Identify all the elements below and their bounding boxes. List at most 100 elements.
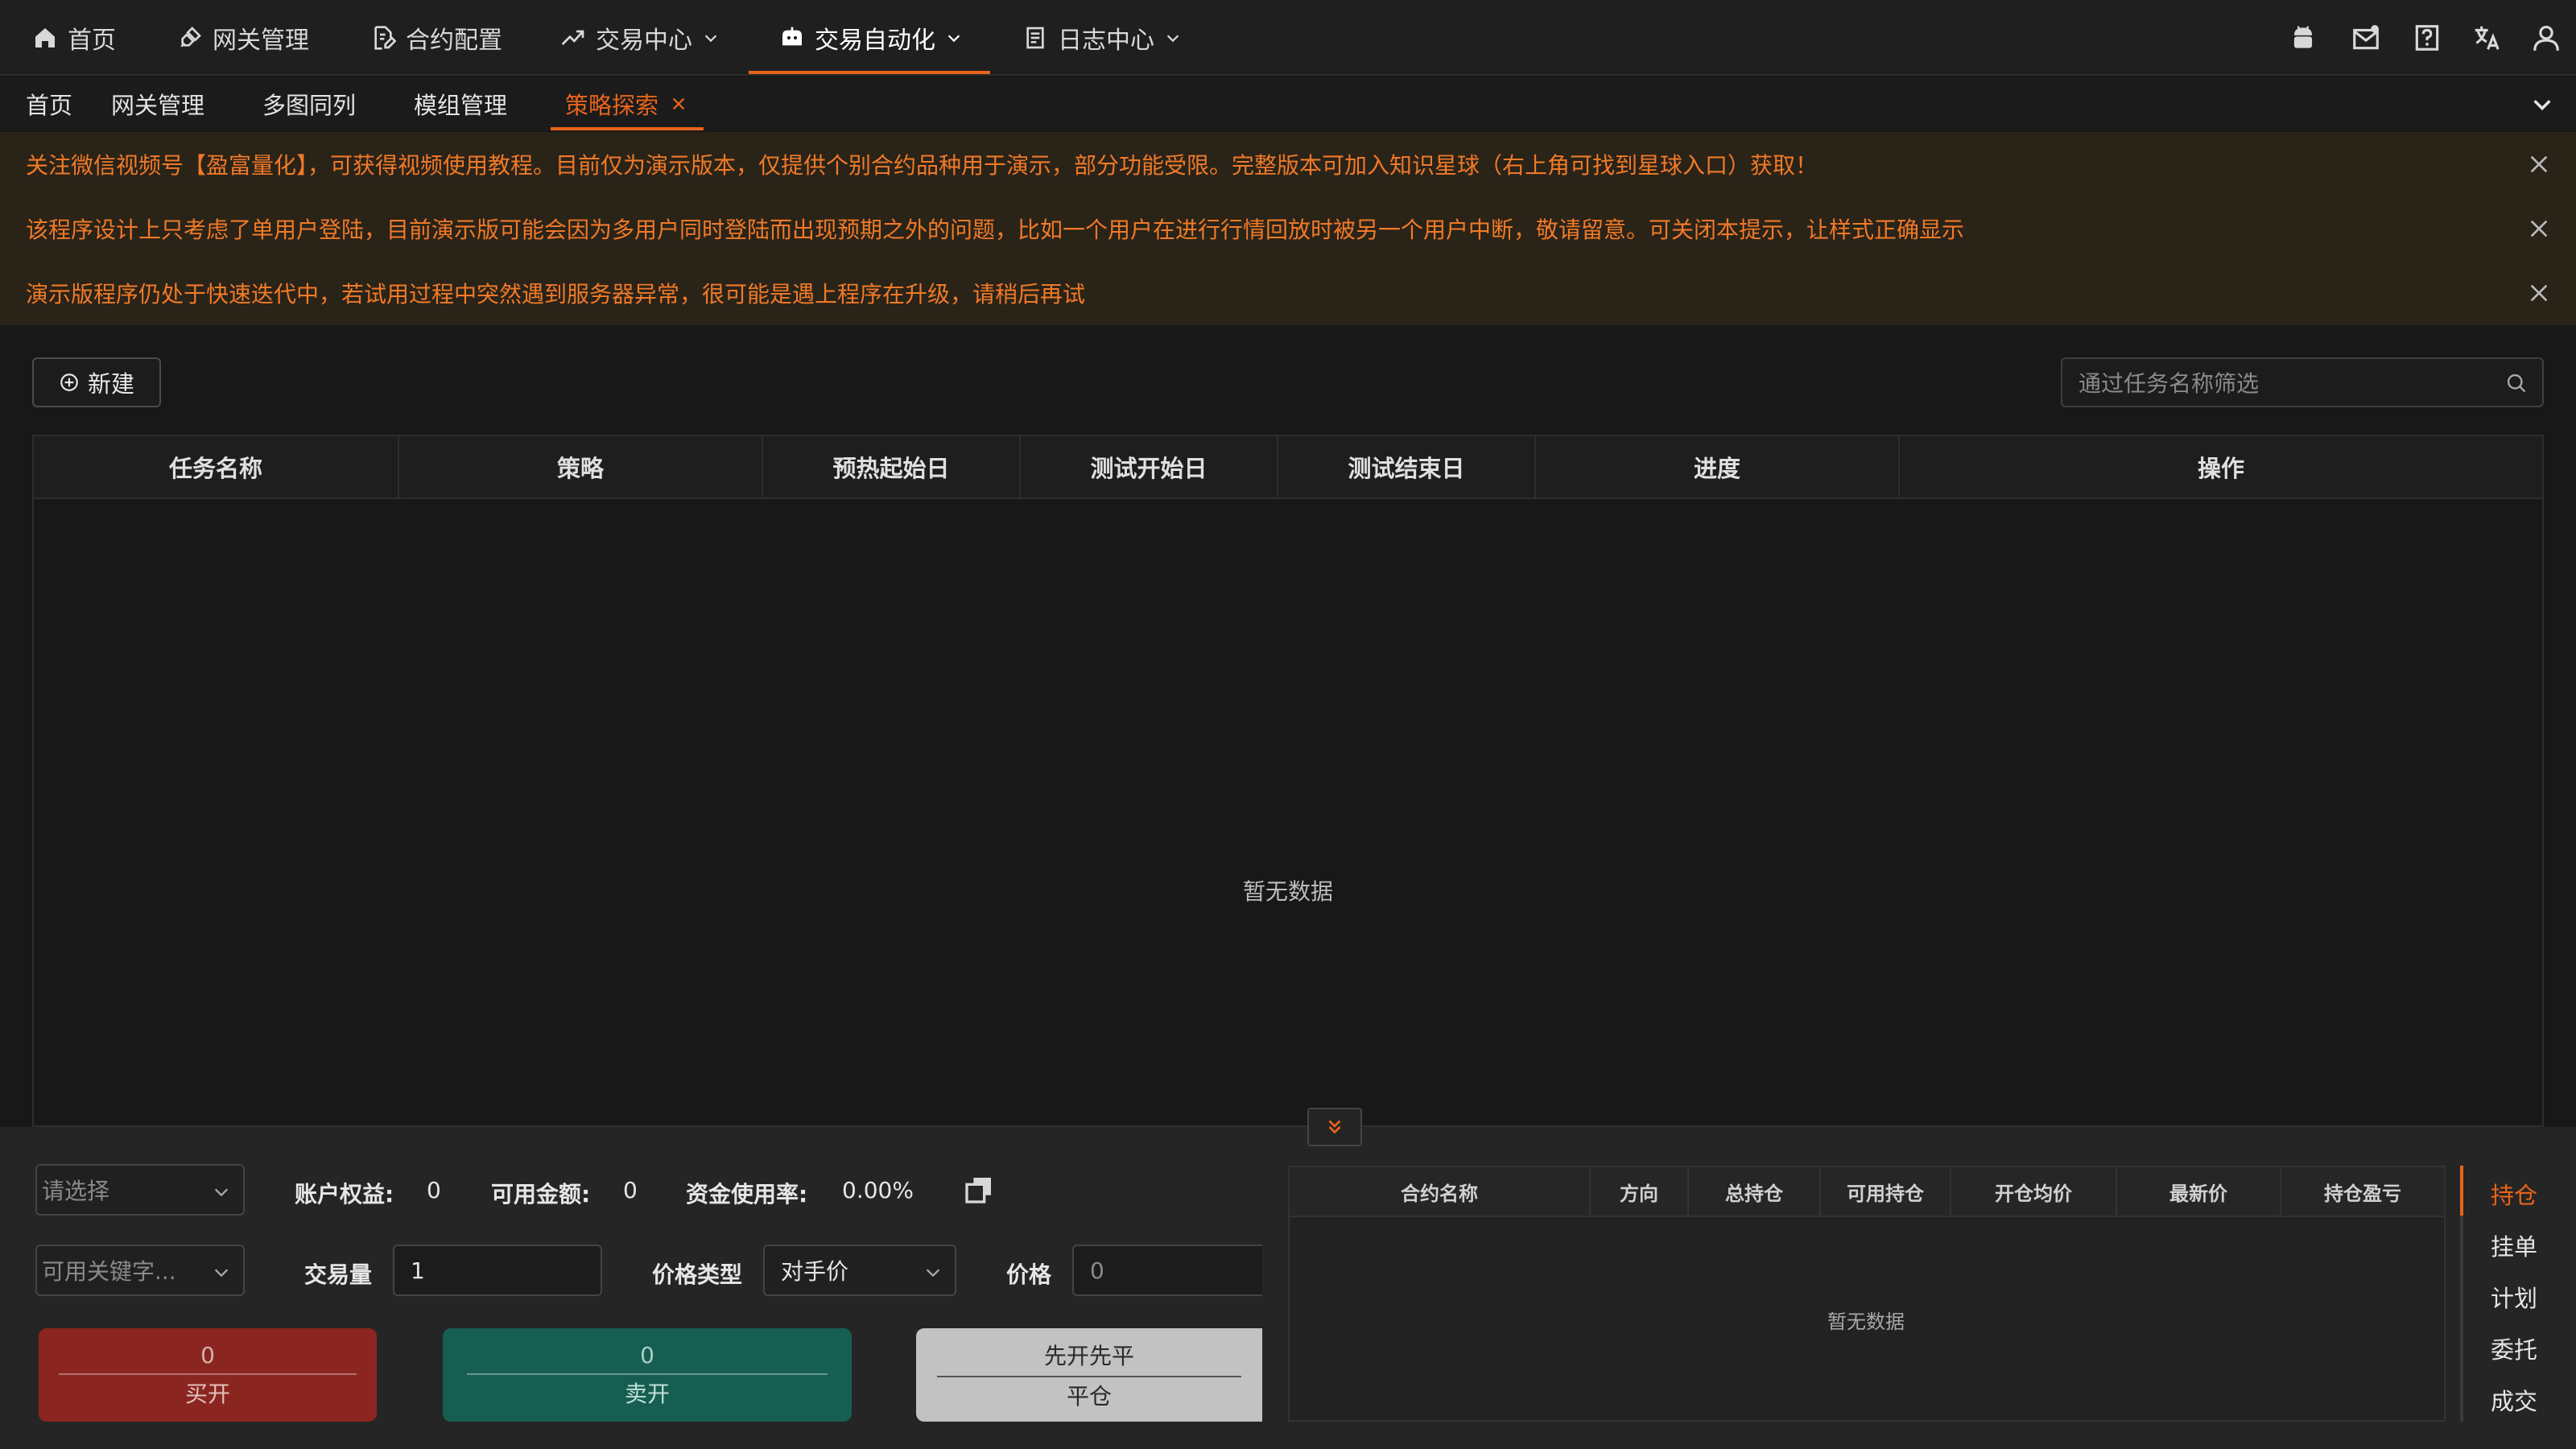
nav-item-home[interactable]: 首页 <box>32 0 116 76</box>
column-header: 预热起始日 <box>763 436 1021 497</box>
column-header: 开仓均价 <box>1951 1167 2117 1216</box>
nav-item-label: 首页 <box>68 27 116 55</box>
table-header: 合约名称 方向 总持仓 可用持仓 开仓均价 最新价 持仓盈亏 <box>1290 1167 2444 1217</box>
column-header: 策略 <box>399 436 763 497</box>
notice-banner: 关注微信视频号【盈富量化】，可获得视频使用教程。目前仅为演示版本，仅提供个别合约… <box>0 132 2576 196</box>
close-position-button[interactable]: 先开先平 平仓 <box>916 1328 1262 1422</box>
buy-open-button[interactable]: 0 买开 <box>39 1328 377 1422</box>
sell-label: 卖开 <box>624 1380 670 1407</box>
side-tab-orders[interactable]: 委托 <box>2491 1331 2537 1365</box>
volume-label: 交易量 <box>304 1261 373 1288</box>
nav-item-label: 网关管理 <box>213 27 309 55</box>
column-header: 操作 <box>2197 455 2244 482</box>
usage-value: 0.00% <box>842 1177 914 1203</box>
buy-label: 买开 <box>184 1380 230 1407</box>
select-value: 对手价 <box>781 1258 849 1285</box>
column-header: 任务名称 <box>34 436 399 497</box>
active-tab-indicator <box>551 127 704 130</box>
side-tab-plan[interactable]: 计划 <box>2491 1280 2537 1314</box>
price-input[interactable]: 0 <box>1072 1245 1262 1296</box>
equity-label: 账户权益: <box>295 1181 394 1208</box>
select-placeholder: 请选择 <box>42 1178 110 1204</box>
chevron-down-icon <box>1166 35 1179 43</box>
nav-item-label: 日志中心 <box>1058 27 1154 55</box>
nav-item-trading-center[interactable]: 交易中心 <box>560 0 720 76</box>
buy-count: 0 <box>200 1341 215 1368</box>
help-icon[interactable] <box>2412 23 2442 53</box>
select-placeholder: 可用关键字... <box>42 1258 176 1285</box>
nav-item-label: 交易中心 <box>596 27 692 55</box>
nav-item-trading-automation[interactable]: 交易自动化 <box>779 0 963 76</box>
close-mode: 先开先平 <box>1043 1343 1134 1369</box>
notice-banner: 该程序设计上只考虑了单用户登陆，目前演示版可能会因为多用户同时登陆而出现预期之外… <box>0 196 2576 261</box>
equity-value: 0 <box>427 1177 441 1203</box>
available-value: 0 <box>623 1177 638 1203</box>
chevron-down-icon <box>214 1269 229 1278</box>
plus-circle-icon <box>60 374 78 391</box>
nav-item-label: 合约配置 <box>406 27 502 55</box>
side-tab-trades[interactable]: 成交 <box>2491 1383 2537 1417</box>
price-label: 价格 <box>1006 1261 1052 1288</box>
home-icon <box>35 28 55 47</box>
column-header: 总持仓 <box>1689 1167 1821 1216</box>
chevron-down-icon[interactable] <box>2531 93 2553 116</box>
tab-multi-chart[interactable]: 多图同列 <box>262 77 356 130</box>
side-tab-positions[interactable]: 持仓 <box>2491 1177 2537 1211</box>
empty-state: 暂无数据 <box>1827 1311 1905 1333</box>
side-tab-rail <box>2460 1166 2463 1422</box>
active-nav-indicator <box>749 71 990 74</box>
tab-module[interactable]: 模组管理 <box>414 77 507 130</box>
nav-item-gateway[interactable]: 网关管理 <box>177 0 309 76</box>
android-icon[interactable] <box>2288 23 2318 53</box>
tab-gateway[interactable]: 网关管理 <box>111 77 204 130</box>
tab-strategy-explore[interactable]: 策略探索 <box>565 77 687 130</box>
close-icon[interactable] <box>2526 216 2552 242</box>
tab-label: 策略探索 <box>565 92 659 119</box>
column-header: 合约名称 <box>1290 1167 1591 1216</box>
nav-item-log-center[interactable]: 日志中心 <box>1022 0 1182 76</box>
side-tab-pending[interactable]: 挂单 <box>2491 1228 2537 1262</box>
notice-text: 关注微信视频号【盈富量化】，可获得视频使用教程。目前仅为演示版本，仅提供个别合约… <box>26 152 1818 179</box>
close-icon[interactable] <box>2526 280 2552 306</box>
positions-table: 合约名称 方向 总持仓 可用持仓 开仓均价 最新价 持仓盈亏 暂无数据 <box>1288 1166 2446 1422</box>
new-task-button[interactable]: 新建 <box>32 357 161 407</box>
notice-banner: 演示版程序仍处于快速迭代中，若试用过程中突然遇到服务器异常，很可能是遇上程序在升… <box>0 261 2576 325</box>
close-icon[interactable] <box>670 95 687 113</box>
button-divider <box>59 1373 357 1375</box>
price-type-select[interactable]: 对手价 <box>763 1245 956 1296</box>
translate-icon[interactable] <box>2471 23 2502 53</box>
top-navigation: 首页 网关管理 合约配置 交易中心 交易自动化 日志中心 <box>0 0 2576 76</box>
new-button-label: 新建 <box>87 370 134 398</box>
column-header: 可用持仓 <box>1821 1167 1951 1216</box>
column-header: 最新价 <box>2117 1167 2281 1216</box>
collapse-panel-button[interactable] <box>1307 1108 1362 1146</box>
robot-icon <box>782 27 802 46</box>
column-header: 进度 <box>1536 436 1900 497</box>
available-label: 可用金额: <box>491 1181 591 1208</box>
column-header: 测试开始日 <box>1021 436 1278 497</box>
trend-icon <box>561 30 584 45</box>
chevron-down-icon <box>214 1188 229 1197</box>
price-type-label: 价格类型 <box>652 1261 743 1288</box>
chevron-down-icon <box>926 1269 940 1278</box>
nav-item-contract-config[interactable]: 合约配置 <box>370 0 502 76</box>
filter-placeholder: 通过任务名称筛选 <box>2079 370 2260 397</box>
close-icon[interactable] <box>2526 151 2552 177</box>
double-chevron-down-icon <box>1328 1120 1341 1134</box>
contract-select[interactable]: 可用关键字... <box>35 1245 245 1296</box>
tab-home[interactable]: 首页 <box>26 77 72 130</box>
column-header: 测试结束日 <box>1278 436 1536 497</box>
account-select[interactable]: 请选择 <box>35 1164 245 1216</box>
empty-state: 暂无数据 <box>1243 878 1334 905</box>
button-divider <box>467 1373 828 1375</box>
copy-icon[interactable] <box>963 1174 995 1206</box>
task-filter-input[interactable]: 通过任务名称筛选 <box>2061 357 2544 407</box>
button-divider <box>936 1376 1242 1377</box>
file-edit-icon <box>374 26 396 50</box>
user-icon[interactable] <box>2531 23 2562 53</box>
sell-open-button[interactable]: 0 卖开 <box>443 1328 852 1422</box>
search-icon <box>2507 374 2526 393</box>
mail-icon[interactable] <box>2351 23 2381 53</box>
close-label: 平仓 <box>1066 1383 1112 1410</box>
volume-input[interactable]: 1 <box>393 1245 602 1296</box>
